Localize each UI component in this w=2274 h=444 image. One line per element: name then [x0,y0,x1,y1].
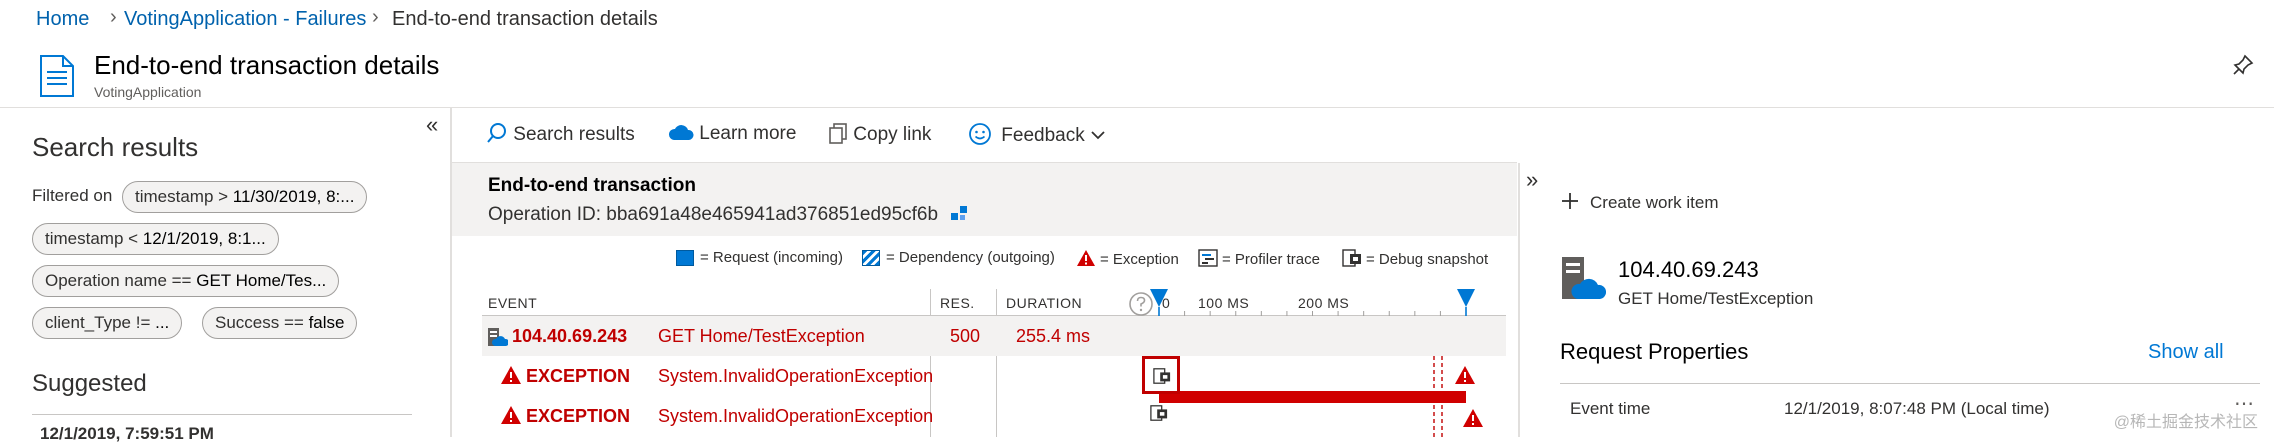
page-subtitle: VotingApplication [94,84,202,100]
request-operation: GET Home/TestException [1618,289,1814,308]
exception-icon [501,406,521,424]
exception-icon [1077,250,1095,266]
debug-snapshot-button-highlight[interactable] [1142,356,1180,394]
operation-id: Operation ID: bba691a48e465941ad376851ed… [488,203,969,226]
filter-pill[interactable]: Success == false [202,307,358,339]
search-icon [487,123,506,143]
request-ip: 104.40.69.243 [1618,257,1759,282]
server-icon [1562,257,1606,299]
chevron-down-icon [1091,131,1105,140]
chevron-right-icon: › [110,6,117,28]
event-ip[interactable]: 104.40.69.243 [512,326,627,347]
event-time-value: 12/1/2019, 8:07:48 PM (Local time) [1784,399,2050,418]
event-name: System.InvalidOperationException [658,366,934,386]
filter-pill[interactable]: client_Type != ... [32,307,183,339]
cloud-icon [668,125,694,140]
request-properties-title: Request Properties [1560,339,1749,364]
request-swatch [676,250,694,267]
filtered-on-label: Filtered on [32,186,113,205]
copy-link-label: Copy link [853,124,932,145]
page-title: End-to-end transaction details [94,50,440,80]
breadcrumb: Home › VotingApplication - Failures › En… [0,0,2274,40]
event-type[interactable]: EXCEPTION [526,406,630,427]
plus-icon [1562,193,1578,209]
breadcrumb-failures-link[interactable]: VotingApplication - Failures [124,8,366,31]
event-name: GET Home/TestException [658,326,865,346]
legend-snapshot: = Debug snapshot [1342,249,1488,268]
feedback-label: Feedback [1001,125,1085,146]
tick-label: 200 MS [1298,295,1350,311]
tick-label: 100 MS [1198,295,1250,311]
divider [1560,383,2260,384]
legend-dependency: = Dependency (outgoing) [862,249,1055,267]
operation-id-label: Operation ID: [488,204,601,225]
collapse-panel-icon[interactable]: « [426,112,438,138]
smiley-icon [969,123,991,145]
event-time-label: Event time [1570,399,1651,418]
tick-label: 0 [1162,295,1171,311]
debug-snapshot-icon [1153,368,1171,384]
create-work-item-button[interactable]: Create work item [1560,191,1718,213]
exception-marker-icon[interactable] [1462,408,1484,428]
command-bar: Search results Learn more Copy link Feed… [452,108,1517,163]
tick-labels: 0 100 MS 200 MS [1150,293,1510,313]
legend-exception: = Exception [1076,249,1179,268]
transaction-header: End-to-end transaction Operation ID: bba… [452,163,1517,236]
legend-request: = Request (incoming) [676,249,843,267]
breadcrumb-home-link[interactable]: Home [36,8,89,31]
transaction-pane: End-to-end transaction Operation ID: bba… [452,163,1517,437]
filter-pill[interactable]: timestamp > 11/30/2019, 8:... [122,181,368,213]
watermark: @稀土掘金技术社区 [2113,414,2258,431]
copy-icon [829,123,847,144]
hierarchy-icon[interactable] [949,203,969,223]
debug-snapshot-icon [1342,249,1361,267]
copy-link-button[interactable]: Copy link [828,122,931,146]
show-all-link[interactable]: Show all [2148,341,2224,364]
pin-icon[interactable] [2232,54,2254,76]
dependency-swatch [862,250,880,267]
event-type[interactable]: EXCEPTION [526,366,630,387]
exception-icon [501,366,521,384]
suggested-item[interactable]: 12/1/2019, 7:59:51 PM [40,424,214,444]
suggested-title: Suggested [32,370,147,397]
column-event[interactable]: EVENT [488,295,537,311]
debug-snapshot-icon[interactable] [1150,404,1168,422]
result-code: 500 [950,326,981,346]
create-work-item-label: Create work item [1590,193,1719,212]
transaction-title: End-to-end transaction [488,175,696,196]
learn-more-label: Learn more [699,123,797,144]
operation-id-value: bba691a48e465941ad376851ed95cf6b [606,204,939,225]
table-row[interactable]: EXCEPTION System.InvalidOperationExcepti… [482,396,1506,436]
details-panel: » Create work item 104.40.69.243 GET Hom… [1518,163,2274,437]
profiler-trace-icon [1198,249,1218,267]
divider [32,414,412,415]
table-row[interactable]: 104.40.69.243 GET Home/TestException 500… [482,316,1506,356]
table-row[interactable]: EXCEPTION System.InvalidOperationExcepti… [482,356,1506,396]
search-results-button[interactable]: Search results [486,122,635,146]
search-results-title: Search results [32,132,199,162]
document-icon [40,55,74,97]
column-res[interactable]: RES. [940,295,975,311]
page-header: End-to-end transaction details VotingApp… [0,40,2274,108]
filter-pill[interactable]: timestamp < 12/1/2019, 8:1... [32,223,279,255]
search-results-panel: Search results « Filtered on timestamp >… [0,108,452,443]
column-duration[interactable]: DURATION [1006,295,1082,311]
feedback-button[interactable]: Feedback [968,122,1106,147]
event-name: System.InvalidOperationException [658,406,934,426]
duration-value: 255.4 ms [1016,326,1091,346]
server-icon [488,328,508,346]
breadcrumb-current: End-to-end transaction details [392,8,658,30]
chevron-right-icon: › [372,6,379,28]
filter-pill[interactable]: Operation name == GET Home/Tes... [32,265,340,297]
learn-more-button[interactable]: Learn more [668,122,796,145]
legend-profiler: = Profiler trace [1198,249,1320,268]
search-results-label: Search results [513,124,635,145]
exception-marker-icon[interactable] [1454,365,1476,385]
expand-panel-icon[interactable]: » [1526,167,1538,193]
